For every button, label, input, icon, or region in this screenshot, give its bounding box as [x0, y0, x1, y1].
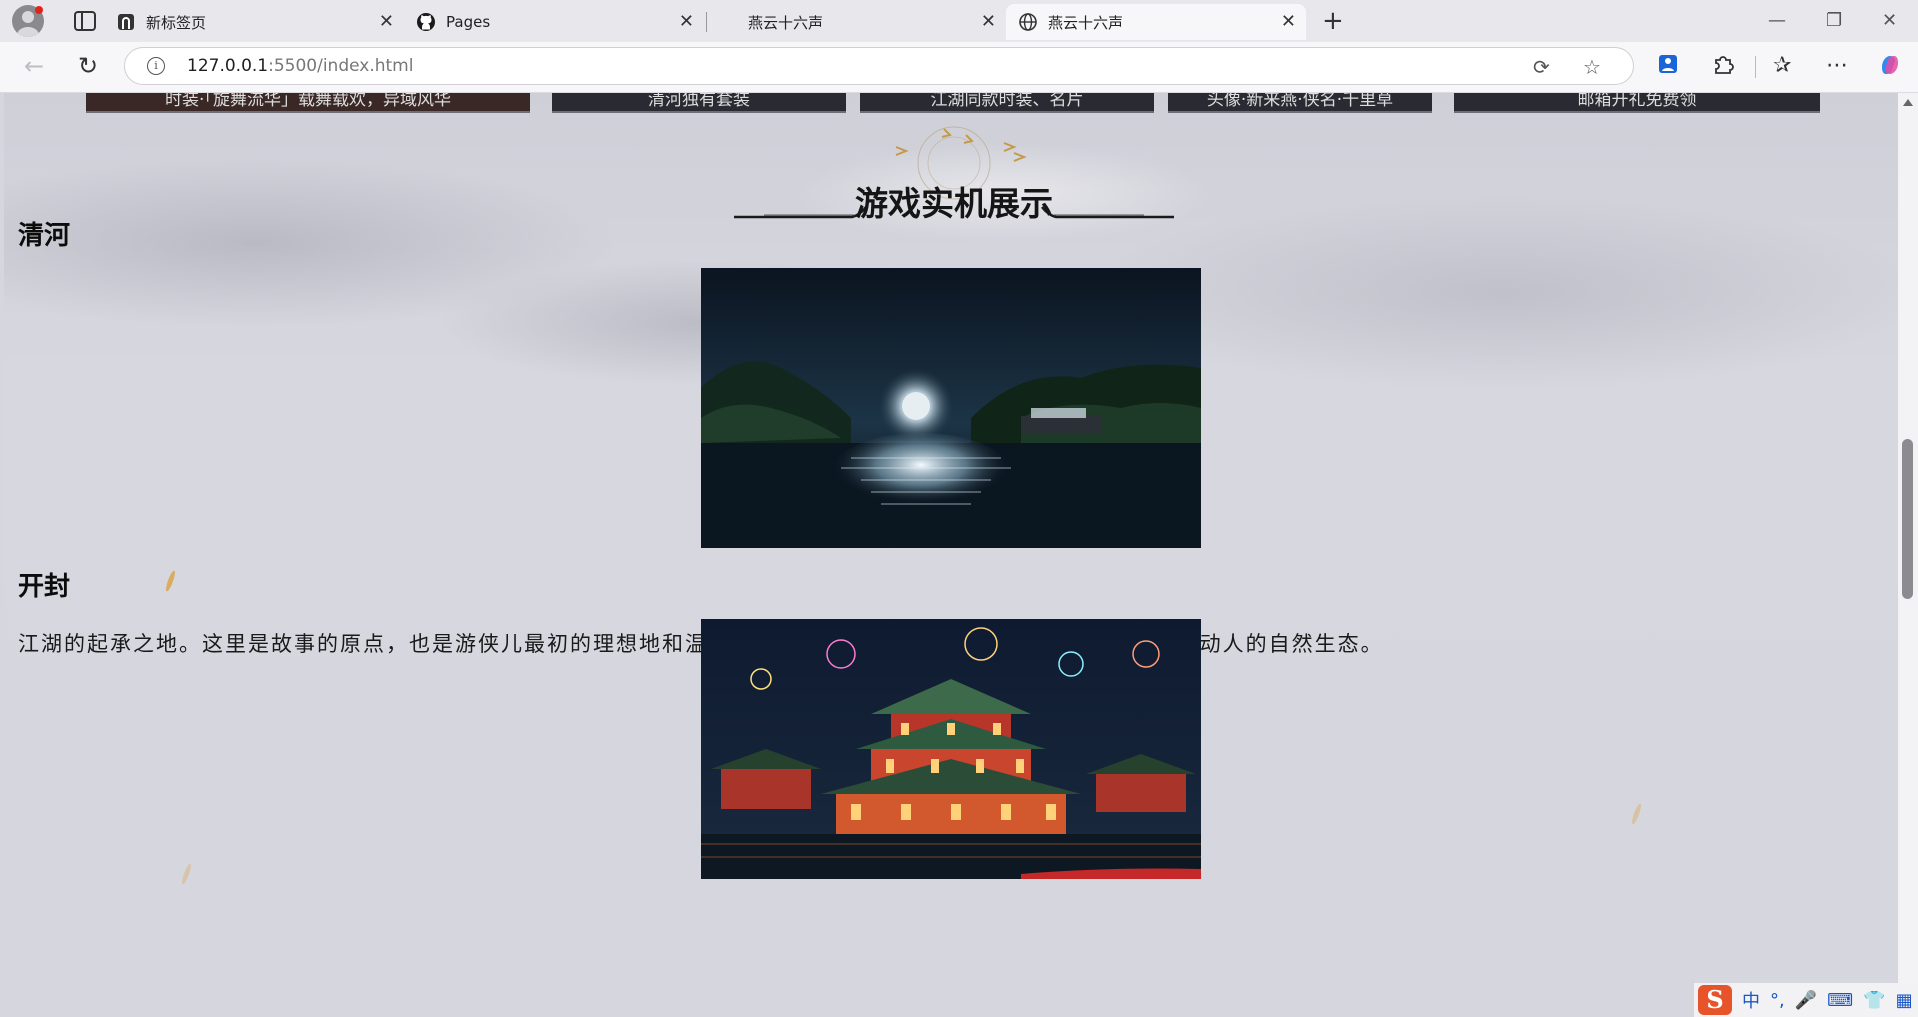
qinghe-screenshot	[701, 268, 1201, 548]
banner-qinghe-set[interactable]: 清河独有套装	[552, 93, 846, 113]
notification-dot	[35, 6, 43, 14]
close-tab-icon[interactable]: ✕	[379, 13, 394, 31]
scroll-up-arrow-icon[interactable]	[1903, 99, 1913, 106]
section-title: 游戏实机展示	[855, 184, 1053, 223]
url-text[interactable]: 127.0.0.1:5500/index.html	[187, 56, 413, 76]
address-bar[interactable]: i 127.0.0.1:5500/index.html ⟳ ☆	[124, 47, 1634, 85]
more-menu-icon[interactable]: ⋯	[1826, 53, 1848, 78]
section-header: 游戏实机展示	[704, 123, 1204, 233]
banner-avatar[interactable]: 头像·新来燕·侠名·千里草	[1168, 93, 1432, 113]
favorites-list-icon[interactable]: ✰	[1773, 53, 1791, 78]
copilot-icon[interactable]	[1878, 53, 1902, 83]
page-scrollbar[interactable]	[1898, 93, 1918, 1017]
tab-pages[interactable]: Pages ✕	[404, 4, 704, 40]
microphone-icon[interactable]: 🎤	[1795, 990, 1817, 1011]
skin-icon[interactable]: 👕	[1863, 990, 1885, 1011]
close-tab-icon[interactable]: ✕	[1281, 13, 1296, 31]
new-tab-button[interactable]: +	[1322, 8, 1344, 34]
tab-separator	[706, 12, 707, 32]
vertical-tabs-icon[interactable]	[74, 11, 96, 31]
region-title-kaifeng: 开封	[18, 572, 71, 602]
close-tab-icon[interactable]: ✕	[981, 13, 996, 31]
github-icon	[416, 12, 436, 32]
globe-icon	[1018, 12, 1038, 32]
banner-mail-gift[interactable]: 邮箱开礼免费领	[1454, 93, 1820, 113]
apps-grid-icon[interactable]: ▦	[1896, 990, 1913, 1011]
site-info-icon[interactable]: i	[147, 57, 165, 75]
kaifeng-screenshot	[701, 619, 1201, 879]
page-content: 时装·「旋舞流华」载舞载欢，异域风华 清河独有套装 江湖同款时装、名片 头像·新…	[4, 93, 1898, 1017]
extensions-puzzle-icon[interactable]	[1712, 53, 1734, 81]
tab-title: 燕云十六声	[748, 13, 824, 32]
sogou-logo-icon[interactable]: S	[1698, 985, 1732, 1015]
falling-petal-decoration	[164, 569, 177, 593]
minimize-icon[interactable]: —	[1768, 10, 1786, 31]
favorite-star-icon[interactable]: ☆	[1583, 55, 1601, 79]
toolbar-divider	[1755, 56, 1756, 78]
ime-language-toggle[interactable]: 中	[1742, 987, 1760, 1013]
tab-title: 新标签页	[146, 13, 207, 32]
restore-icon[interactable]: ❐	[1826, 10, 1842, 31]
tab-new-tab[interactable]: 新标签页 ✕	[104, 4, 404, 40]
keyboard-icon[interactable]: ⌨	[1827, 990, 1853, 1011]
new-tab-page-icon	[116, 12, 136, 32]
falling-petal-decoration	[180, 862, 193, 886]
close-window-icon[interactable]: ✕	[1882, 10, 1897, 31]
region-title-qinghe: 清河	[18, 221, 71, 251]
tab-yanyun-1[interactable]: 燕云十六声 ✕	[708, 4, 1006, 40]
falling-petal-decoration	[1630, 802, 1643, 826]
tab-title: 燕云十六声	[1048, 13, 1124, 32]
tab-yanyun-active[interactable]: 燕云十六声 ✕	[1006, 4, 1306, 40]
ime-punctuation-toggle[interactable]: °,	[1770, 990, 1785, 1011]
banner-outfit-card[interactable]: 江湖同款时装、名片	[860, 93, 1154, 113]
extension-person-icon[interactable]	[1657, 53, 1679, 81]
close-tab-icon[interactable]: ✕	[679, 13, 694, 31]
address-toolbar: ← ↻ i 127.0.0.1:5500/index.html ⟳ ☆ ✰ ⋯	[0, 42, 1918, 93]
refresh-icon[interactable]: ↻	[78, 52, 98, 80]
tab-title: Pages	[446, 13, 491, 31]
read-aloud-icon[interactable]: ⟳	[1533, 55, 1550, 79]
tab-strip: 新标签页 ✕ Pages ✕ 燕云十六声 ✕ 燕云十六声 ✕ + — ❐ ✕	[0, 0, 1918, 42]
scroll-thumb[interactable]	[1902, 439, 1913, 599]
banner-strip: 时装·「旋舞流华」载舞载欢，异域风华 清河独有套装 江湖同款时装、名片 头像·新…	[4, 93, 1898, 113]
banner-fashion[interactable]: 时装·「旋舞流华」载舞载欢，异域风华	[86, 93, 530, 113]
back-arrow-icon[interactable]: ←	[24, 52, 44, 80]
ime-toolbar: S 中 °, 🎤 ⌨ 👕 ▦	[1694, 983, 1918, 1017]
